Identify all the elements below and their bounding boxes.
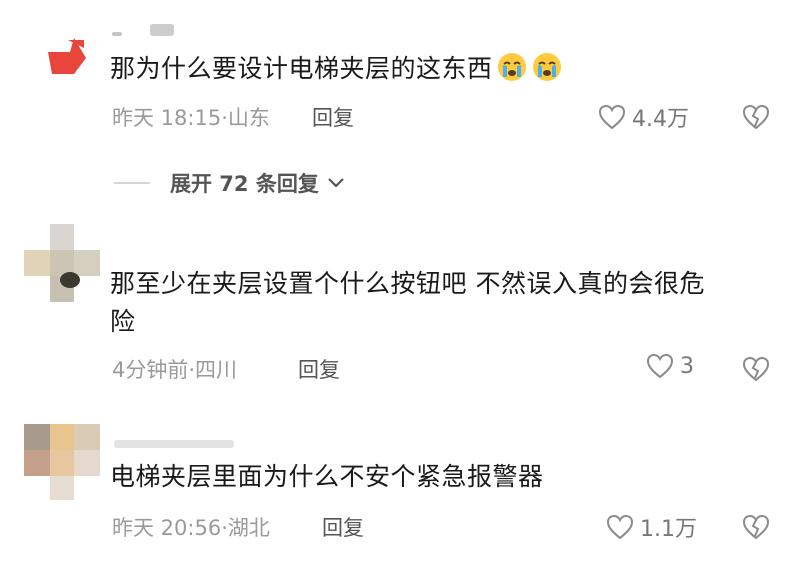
broken-heart-icon (742, 514, 770, 540)
dislike-button[interactable] (742, 514, 770, 544)
like-count: 1.1万 (640, 517, 697, 542)
crying-face-icon (496, 51, 528, 83)
username-blurred[interactable] (112, 32, 122, 36)
comment-meta: 昨天 20:56·湖北 (112, 516, 270, 540)
comment-text: 电梯夹层里面为什么不安个紧急报警器 (110, 462, 544, 491)
expand-replies-label: 展开 72 条回复 (170, 172, 319, 196)
heart-icon (646, 353, 674, 379)
reply-button[interactable]: 回复 (322, 512, 364, 542)
like-button[interactable]: 3 (646, 353, 694, 379)
comment-text: 那为什么要设计电梯夹层的这东西 (110, 50, 563, 88)
chevron-down-icon (328, 178, 344, 188)
comment-meta: 4分钟前·四川 (112, 358, 238, 382)
like-count: 4.4万 (632, 107, 689, 132)
divider (114, 182, 150, 184)
dislike-button[interactable] (742, 356, 770, 386)
broken-heart-icon (742, 356, 770, 382)
broken-heart-icon (742, 104, 770, 130)
reply-button[interactable]: 回复 (312, 102, 354, 132)
expand-replies-button[interactable]: 展开 72 条回复 (114, 168, 345, 198)
dislike-button[interactable] (742, 104, 770, 134)
comment-meta: 昨天 18:15·山东 (112, 106, 270, 130)
heart-icon (598, 104, 626, 130)
comment-text: 那至少在夹层设置个什么按钮吧 不然误入真的会很危 险 (110, 269, 705, 336)
like-button[interactable]: 1.1万 (606, 511, 697, 543)
avatar[interactable] (24, 424, 100, 500)
username-blurred[interactable] (114, 440, 234, 448)
reply-button[interactable]: 回复 (298, 354, 340, 384)
like-count: 3 (680, 353, 694, 379)
heart-icon (606, 514, 634, 540)
username-blurred[interactable] (150, 24, 174, 36)
avatar[interactable] (24, 0, 98, 80)
crying-face-icon (531, 51, 563, 83)
avatar[interactable] (24, 224, 100, 302)
like-button[interactable]: 4.4万 (598, 101, 689, 133)
